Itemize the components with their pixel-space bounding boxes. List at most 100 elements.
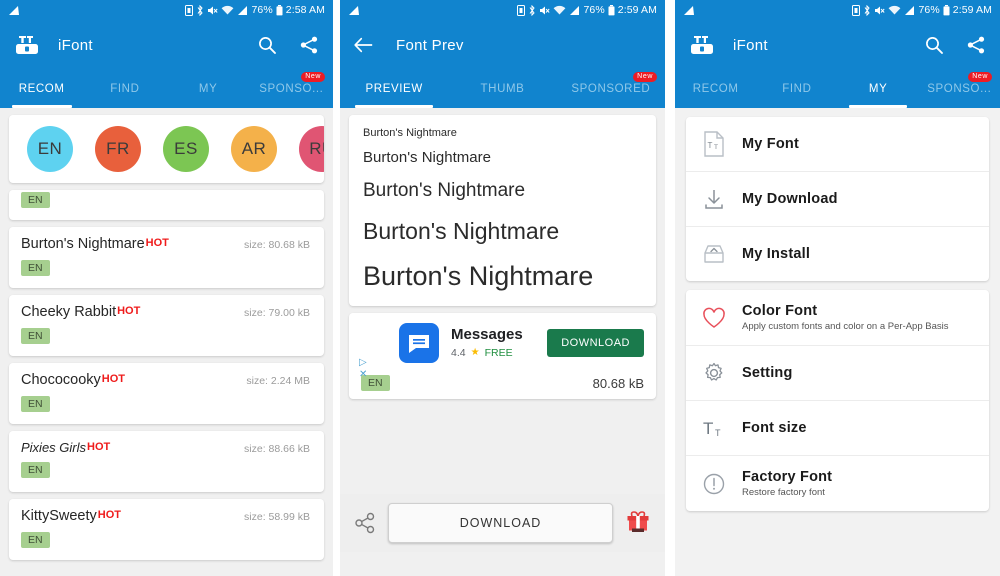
sim-icon [517, 4, 526, 16]
menu-item-text: Setting [742, 365, 793, 381]
panel-gap [665, 0, 675, 576]
table-row[interactable]: Pixies Girls HOT size: 88.66 kB EN [9, 431, 324, 492]
menu-item-text: My Download [742, 191, 838, 207]
hot-badge: HOT [87, 441, 111, 453]
table-row[interactable]: KittySweety HOT size: 58.99 kB EN [9, 499, 324, 560]
tab-find[interactable]: FIND [83, 70, 166, 108]
adchoices-icon[interactable]: ▷ [359, 357, 367, 369]
tab-label: MY [198, 83, 218, 95]
menu-item-font-size[interactable]: T T Font size [686, 401, 989, 456]
tab-my[interactable]: MY [167, 70, 250, 108]
status-bar-right: 76% 2:59 AM [852, 4, 992, 16]
table-row[interactable]: Chococooky HOT size: 2.24 MB EN [9, 363, 324, 424]
font-file-icon: T T [700, 130, 728, 158]
new-badge: New [633, 72, 657, 82]
tab-recom[interactable]: RECOM [0, 70, 83, 108]
hot-badge: HOT [97, 509, 121, 521]
messages-app-icon [399, 323, 439, 363]
download-button[interactable]: DOWNLOAD [388, 503, 613, 543]
mute-icon [875, 6, 886, 14]
back-arrow-icon[interactable] [354, 36, 374, 54]
tab-label: SPONSORED [571, 83, 651, 95]
search-icon[interactable] [257, 35, 277, 55]
ad-download-button[interactable]: DOWNLOAD [547, 329, 644, 357]
sim-icon [852, 4, 861, 16]
my-menu-content[interactable]: T T My Font My Download My Install Color… [675, 108, 1000, 576]
ad-subtitle: 4.4 ★ FREE [451, 347, 547, 359]
tab-recom[interactable]: RECOM [675, 70, 756, 108]
language-chip-fr[interactable]: FR [95, 126, 141, 172]
new-badge: New [301, 72, 325, 82]
new-badge: New [968, 72, 992, 82]
ad-rating: 4.4 [451, 346, 466, 359]
mute-icon [540, 6, 551, 14]
preview-line-1: Burton's Nightmare [363, 127, 457, 139]
language-chip-ru[interactable]: RU [299, 126, 324, 172]
tab-my[interactable]: MY [838, 70, 919, 108]
battery-icon [943, 4, 950, 15]
bottom-action-bar: DOWNLOAD [340, 494, 665, 552]
app-title: iFont [733, 36, 768, 54]
language-row: EN FR ES AR RU [9, 126, 324, 172]
tab-preview[interactable]: PREVIEW [340, 70, 448, 108]
menu-item-text: Color Font Apply custom fonts and color … [742, 303, 948, 332]
menu-item-my-download[interactable]: My Download [686, 172, 989, 227]
recommend-list[interactable]: EN FR ES AR RU EN [0, 108, 333, 576]
tab-bar-1: RECOM FIND MY SPONSO... New [0, 70, 333, 108]
phone-screen-my: 76% 2:59 AM iFont RECOM FIND MY SPONSO..… [675, 0, 1000, 576]
svg-text:T: T [715, 428, 721, 438]
mute-icon [208, 6, 219, 14]
tab-sponsored[interactable]: SPONSO... New [250, 70, 333, 108]
ad-title: Messages [451, 326, 523, 344]
menu-item-label: Setting [742, 365, 793, 381]
font-name: KittySweety [21, 508, 97, 524]
menu-item-setting[interactable]: Setting [686, 346, 989, 401]
ad-close-icon[interactable]: ✕ [359, 369, 367, 381]
ad-controls[interactable]: ▷ ✕ [359, 357, 367, 380]
table-row[interactable]: Cheeky Rabbit HOT size: 79.00 kB EN [9, 295, 324, 356]
share-icon[interactable] [299, 35, 319, 55]
lang-chip: EN [21, 259, 50, 276]
language-selector-card: EN FR ES AR RU [9, 115, 324, 183]
language-chip-es[interactable]: ES [163, 126, 209, 172]
menu-item-color-font[interactable]: Color Font Apply custom fonts and color … [686, 290, 989, 346]
svg-text:T: T [708, 141, 713, 150]
ifont-logo [16, 36, 38, 54]
battery-percent: 76% [918, 4, 940, 16]
signal-wave-icon [684, 5, 694, 15]
ifont-logo [691, 36, 713, 54]
tab-indicator [11, 105, 72, 108]
language-chip-en[interactable]: EN [27, 126, 73, 172]
sim-icon [185, 4, 194, 16]
language-chip-ar[interactable]: AR [231, 126, 277, 172]
ad-meta: Messages 4.4 ★ FREE [451, 327, 547, 359]
tab-thumb[interactable]: THUMB [448, 70, 556, 108]
menu-item-factory-font[interactable]: Factory Font Restore factory font [686, 456, 989, 511]
font-row-partial[interactable]: EN [9, 190, 324, 220]
bluetooth-icon [865, 4, 871, 16]
battery-percent: 76% [583, 4, 605, 16]
share-icon[interactable] [354, 512, 376, 534]
share-icon[interactable] [966, 35, 986, 55]
search-icon[interactable] [924, 35, 944, 55]
menu-item-my-install[interactable]: My Install [686, 227, 989, 281]
sponsored-ad-card[interactable]: Messages 4.4 ★ FREE DOWNLOAD ▷ ✕ EN 80.6… [349, 313, 656, 399]
font-size-label: size: 79.00 kB [244, 307, 310, 319]
gift-icon[interactable] [625, 510, 651, 536]
tab-find[interactable]: FIND [756, 70, 837, 108]
svg-text:T: T [703, 419, 713, 438]
download-icon [700, 185, 728, 213]
font-name: Pixies Girls [21, 440, 87, 455]
lang-chip: EN [21, 531, 50, 548]
lang-chip: EN [21, 395, 50, 412]
install-box-icon [700, 240, 728, 268]
menu-item-my-font[interactable]: T T My Font [686, 117, 989, 172]
tab-indicator [355, 105, 434, 108]
tab-sponsored[interactable]: SPONSORED New [557, 70, 665, 108]
tab-sponsored[interactable]: SPONSO... New [919, 70, 1000, 108]
preview-line-5: Burton's Nightmare [363, 261, 594, 291]
signal-wave-icon [9, 5, 19, 15]
table-row[interactable]: Burton's Nightmare HOT size: 80.68 kB EN [9, 227, 324, 288]
heart-icon [700, 304, 728, 332]
menu-item-text: My Font [742, 136, 799, 152]
